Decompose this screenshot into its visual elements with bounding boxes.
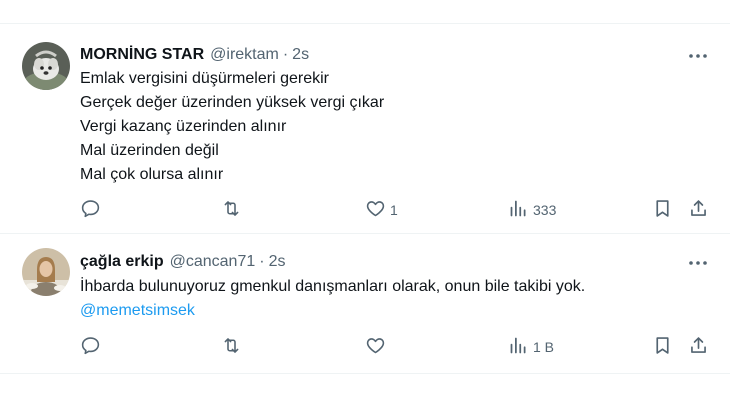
tweet-line: İhbarda bulunuyoruz gmenkul danışmanları… <box>80 278 586 295</box>
tweet-line: Mal çok olursa alınır <box>80 166 224 183</box>
user-handle[interactable]: @irektam <box>210 46 279 64</box>
tweet-line: Gerçek değer üzerinden yüksek vergi çıka… <box>80 94 385 111</box>
view-count: 333 <box>533 202 557 218</box>
bookmark-icon <box>652 335 673 359</box>
retweet-button[interactable] <box>221 335 246 359</box>
tweet-line: Vergi kazanç üzerinden alınır <box>80 118 287 135</box>
reply-icon <box>80 198 101 222</box>
tweet-text: Emlak vergisini düşürmeleri gerekir Gerç… <box>80 67 710 187</box>
action-bar: 1 B <box>78 335 718 359</box>
like-button[interactable] <box>365 335 390 359</box>
more-button[interactable] <box>686 42 710 66</box>
timestamp[interactable]: 2s <box>292 46 309 64</box>
avatar[interactable] <box>22 42 70 90</box>
tweet[interactable]: MORNİNG STAR @irektam · 2s Emlak vergisi… <box>0 24 730 234</box>
display-name[interactable]: MORNİNG STAR <box>80 46 204 64</box>
action-bar: 1 333 <box>78 198 718 222</box>
share-button[interactable] <box>688 198 709 222</box>
separator-dot: · <box>259 253 265 270</box>
tweet-header: çağla erkip @cancan71 · 2s <box>80 251 285 273</box>
tweet-line: Emlak vergisini düşürmeleri gerekir <box>80 70 329 87</box>
retweet-icon <box>221 335 242 359</box>
views-button[interactable]: 1 B <box>508 335 554 359</box>
tweet-divider <box>0 373 730 374</box>
tweet-text: İhbarda bulunuyoruz gmenkul danışmanları… <box>80 275 710 323</box>
bookmark-button[interactable] <box>652 198 673 222</box>
like-icon <box>365 335 386 359</box>
tweet-line: Mal üzerinden değil <box>80 142 219 159</box>
views-icon <box>508 198 529 222</box>
more-icon <box>689 252 707 270</box>
retweet-button[interactable] <box>221 198 246 222</box>
like-button[interactable]: 1 <box>365 198 398 222</box>
bookmark-icon <box>652 198 673 222</box>
tweet-header: MORNİNG STAR @irektam · 2s <box>80 44 309 66</box>
bookmark-button[interactable] <box>652 335 673 359</box>
avatar[interactable] <box>22 248 70 296</box>
timestamp[interactable]: 2s <box>269 253 286 271</box>
share-icon <box>688 198 709 222</box>
view-count: 1 B <box>533 339 555 355</box>
separator-dot: · <box>282 46 289 63</box>
views-icon <box>508 335 529 359</box>
share-icon <box>688 335 709 359</box>
mention-link[interactable]: @memetsimsek <box>80 299 710 323</box>
reply-icon <box>80 335 101 359</box>
reply-button[interactable] <box>80 198 105 222</box>
more-button[interactable] <box>686 249 710 273</box>
user-handle[interactable]: @cancan71 <box>170 253 256 271</box>
share-button[interactable] <box>688 335 709 359</box>
display-name[interactable]: çağla erkip <box>80 253 164 271</box>
retweet-icon <box>221 198 242 222</box>
more-icon <box>689 45 707 63</box>
reply-button[interactable] <box>80 335 105 359</box>
like-icon <box>365 198 386 222</box>
tweet[interactable]: çağla erkip @cancan71 · 2s İhbarda bulun… <box>0 234 730 374</box>
like-count: 1 <box>390 202 398 218</box>
views-button[interactable]: 333 <box>508 198 556 222</box>
